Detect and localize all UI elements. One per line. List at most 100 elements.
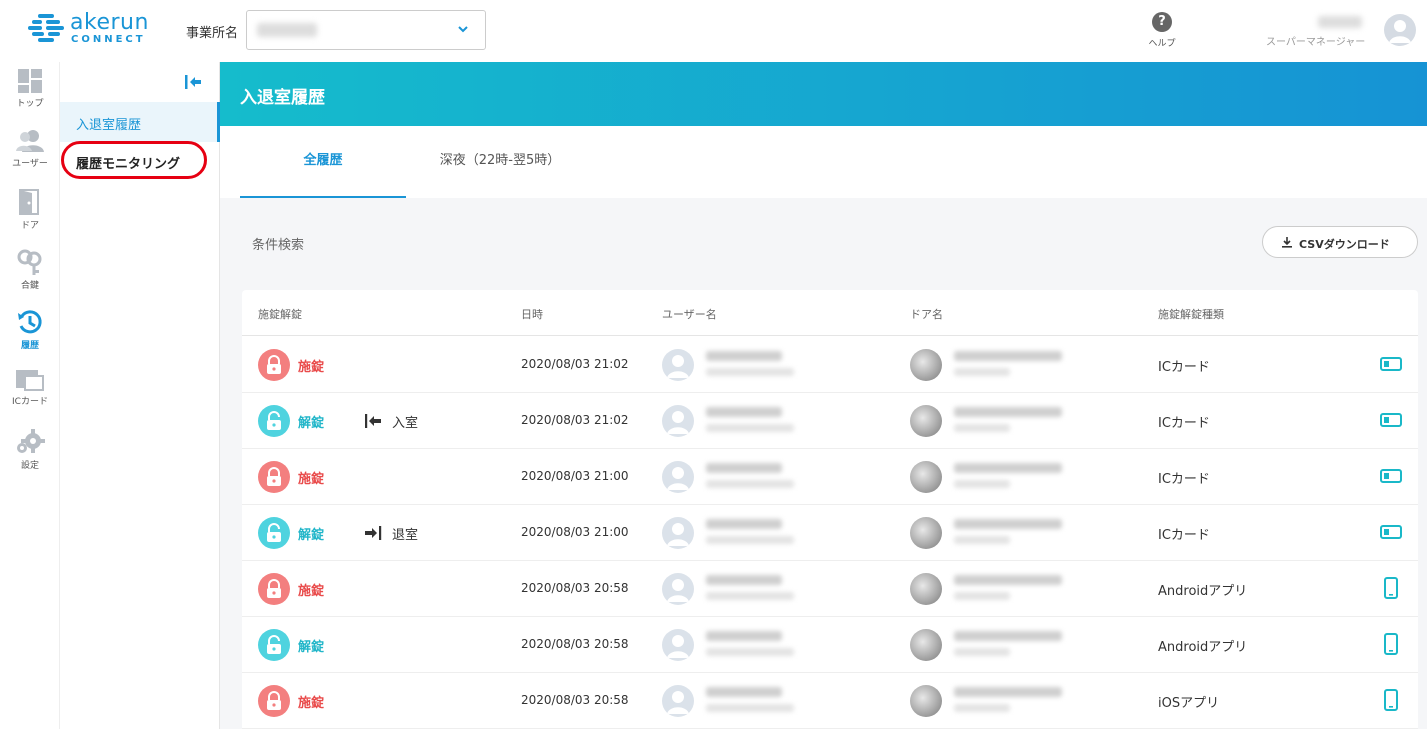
- history-icon: [18, 310, 42, 334]
- user-avatar: [662, 349, 694, 381]
- datetime-cell: 2020/08/03 21:00: [521, 525, 629, 539]
- rail-label: ユーザー: [12, 159, 48, 169]
- door-name-redacted: [954, 631, 1062, 641]
- unlock-type-cell: Androidアプリ: [1158, 584, 1248, 599]
- rail-item-users[interactable]: ユーザー: [0, 122, 60, 182]
- users-icon: [16, 130, 44, 152]
- user-email-redacted: [706, 704, 794, 712]
- help-button[interactable]: ? ヘルプ: [1144, 12, 1180, 49]
- door-avatar: [910, 517, 942, 549]
- direction-label: 退室: [392, 528, 419, 543]
- rail-label: ドア: [20, 221, 39, 231]
- user-avatar: [662, 629, 694, 661]
- tab-all-history[interactable]: 全履歴: [240, 126, 406, 198]
- door-id-redacted: [954, 592, 1010, 600]
- tab-late-night[interactable]: 深夜（22時-翌5時）: [420, 126, 580, 198]
- filter-search-toggle[interactable]: 条件検索: [252, 234, 304, 253]
- column-header-unlock-type[interactable]: 施錠解錠種類: [1158, 306, 1224, 322]
- unlock-type-cell: ICカード: [1158, 360, 1210, 375]
- door-avatar: [910, 685, 942, 717]
- user-name-redacted: [706, 463, 782, 473]
- logo-text: akerun: [70, 10, 149, 35]
- avatar-person-icon: [1389, 20, 1411, 43]
- help-label: ヘルプ: [1148, 39, 1176, 49]
- table-row[interactable]: 解錠 入室 2020/08/03 21:02 ICカード: [242, 393, 1418, 449]
- door-id-redacted: [954, 648, 1010, 656]
- door-icon: [19, 189, 39, 215]
- office-label: 事業所名: [186, 26, 239, 41]
- user-email-redacted: [706, 480, 794, 488]
- download-icon: [1282, 237, 1292, 248]
- padlock-locked-icon: [258, 349, 290, 381]
- padlock-unlocked-icon: [258, 517, 290, 549]
- padlock-locked-icon: [258, 685, 290, 717]
- rail-label: 合鍵: [20, 281, 39, 291]
- page-banner: 入退室履歴: [220, 62, 1427, 126]
- datetime-cell: 2020/08/03 20:58: [521, 637, 629, 651]
- rail-item-history[interactable]: 履歴: [0, 302, 60, 362]
- user-name-redacted: [706, 519, 782, 529]
- status-label: 解錠: [298, 416, 325, 431]
- csv-download-label: CSVダウンロード: [1299, 238, 1390, 251]
- csv-download-button[interactable]: CSVダウンロード: [1262, 226, 1418, 258]
- user-name-redacted: [706, 407, 782, 417]
- submenu-item-access-history[interactable]: 入退室履歴: [60, 102, 220, 142]
- rail-item-settings[interactable]: 設定: [0, 422, 60, 482]
- door-avatar: [910, 573, 942, 605]
- highlight-annotation-ring: [61, 141, 207, 179]
- icon-rail: トップ ユーザー ドア 合鍵 履歴 ICカード 設定: [0, 62, 60, 729]
- table-row[interactable]: 施錠 2020/08/03 21:02 ICカード: [242, 337, 1418, 393]
- padlock-unlocked-icon: [258, 629, 290, 661]
- user-email-redacted: [706, 368, 794, 376]
- door-id-redacted: [954, 704, 1010, 712]
- card-toggle-icon: [1380, 413, 1402, 427]
- column-header-door-name[interactable]: ドア名: [910, 306, 943, 322]
- user-email-redacted: [706, 424, 794, 432]
- rail-item-top[interactable]: トップ: [0, 62, 60, 122]
- table-row[interactable]: 施錠 2020/08/03 20:58 Androidアプリ: [242, 561, 1418, 617]
- rail-item-key[interactable]: 合鍵: [0, 242, 60, 302]
- table-row[interactable]: 解錠 2020/08/03 20:58 Androidアプリ: [242, 617, 1418, 673]
- user-name-redacted: [706, 687, 782, 697]
- history-table: 施錠解錠 日時 ユーザー名 ドア名 施錠解錠種類 施錠 2020/08/03 2…: [242, 290, 1418, 729]
- door-id-redacted: [954, 368, 1010, 376]
- user-email-redacted: [706, 648, 794, 656]
- user-email-redacted: [706, 536, 794, 544]
- grid-icon: [18, 69, 42, 93]
- card-icon: [16, 370, 44, 391]
- rail-item-iccard[interactable]: ICカード: [0, 362, 60, 422]
- enter-icon: [365, 414, 381, 428]
- datetime-cell: 2020/08/03 21:00: [521, 469, 629, 483]
- main-content: 条件検索 CSVダウンロード 施錠解錠 日時 ユーザー名 ドア名 施錠解錠種類 …: [220, 198, 1427, 729]
- user-name-redacted: [706, 631, 782, 641]
- logo-subtext: CONNECT: [71, 34, 146, 45]
- office-selected-value-redacted: [257, 23, 317, 37]
- table-row[interactable]: 解錠 退室 2020/08/03 21:00 ICカード: [242, 505, 1418, 561]
- gear-icon: [17, 429, 45, 453]
- status-label: 施錠: [298, 584, 325, 599]
- datetime-cell: 2020/08/03 20:58: [521, 581, 629, 595]
- door-name-redacted: [954, 575, 1062, 585]
- user-email-redacted: [706, 592, 794, 600]
- rail-item-door[interactable]: ドア: [0, 182, 60, 242]
- column-header-user-name[interactable]: ユーザー名: [662, 306, 717, 322]
- column-header-datetime[interactable]: 日時: [521, 306, 543, 322]
- direction-label: 入室: [392, 416, 419, 431]
- door-id-redacted: [954, 424, 1010, 432]
- column-header-lock-unlock[interactable]: 施錠解錠: [258, 306, 302, 322]
- table-row[interactable]: 施錠 2020/08/03 20:58 iOSアプリ: [242, 673, 1418, 729]
- akerun-logo[interactable]: akerun CONNECT: [28, 10, 149, 48]
- status-label: 施錠: [298, 360, 325, 375]
- door-name-redacted: [954, 519, 1062, 529]
- rail-label: ICカード: [12, 397, 48, 407]
- office-select[interactable]: [246, 10, 486, 50]
- datetime-cell: 2020/08/03 20:58: [521, 693, 629, 707]
- table-row[interactable]: 施錠 2020/08/03 21:00 ICカード: [242, 449, 1418, 505]
- door-id-redacted: [954, 536, 1010, 544]
- collapse-sidebar-icon[interactable]: [182, 72, 204, 92]
- status-label: 解錠: [298, 528, 325, 543]
- user-avatar: [662, 405, 694, 437]
- avatar[interactable]: [1384, 14, 1416, 46]
- unlock-type-cell: iOSアプリ: [1158, 696, 1220, 711]
- door-avatar: [910, 349, 942, 381]
